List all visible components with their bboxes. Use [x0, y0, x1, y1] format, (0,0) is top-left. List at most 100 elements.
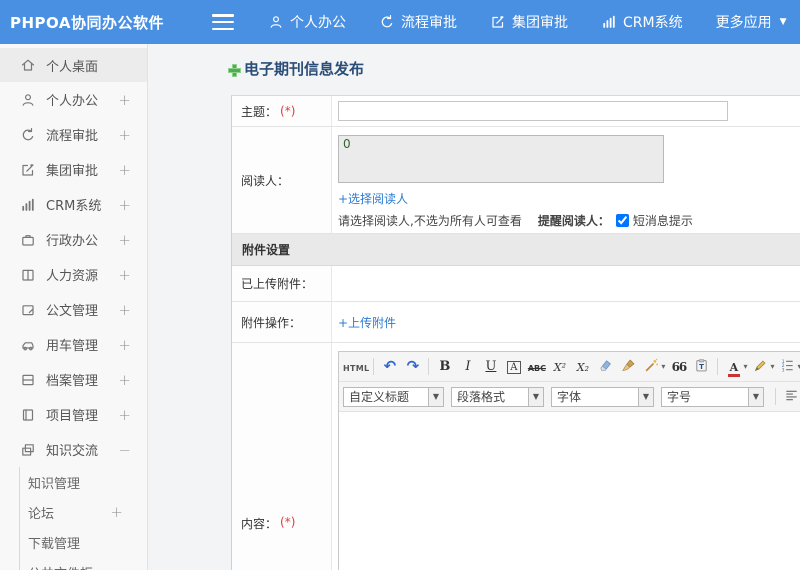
- sidebar-item[interactable]: CRM系统 +: [0, 187, 147, 222]
- editor-body[interactable]: [339, 412, 800, 570]
- wand-button[interactable]: [640, 356, 663, 378]
- top-nav-item[interactable]: CRM系统: [601, 12, 683, 32]
- sidebar-item-label: 人力资源: [46, 269, 99, 284]
- edit-icon: [20, 161, 37, 178]
- select-value[interactable]: 自定义标题: [343, 386, 429, 407]
- readers-hint: 请选择阅读人,不选为所有人可查看: [338, 214, 522, 228]
- sms-remind-checkbox[interactable]: [615, 214, 629, 227]
- cycle-icon: [20, 126, 37, 143]
- sidebar-subitem[interactable]: 论坛 +: [20, 497, 147, 527]
- publish-form: 主题： (*) 阅读人： 0 +选择阅读人 请选择阅读人,不选为所有人可查看 提…: [231, 95, 800, 570]
- undo-button[interactable]: ↶: [378, 356, 401, 378]
- underline-button[interactable]: U: [479, 356, 502, 378]
- sidebar-subitem[interactable]: 公共文件柜: [20, 557, 147, 570]
- editor-select[interactable]: 字号 ▼: [661, 386, 764, 407]
- expand-toggle-icon[interactable]: +: [118, 231, 131, 249]
- sidebar-subitem[interactable]: 下载管理: [20, 527, 147, 557]
- sidebar-subitem-label: 公共文件柜: [28, 563, 93, 570]
- cycle-icon: [379, 14, 395, 30]
- chevron-down-icon[interactable]: ▼: [639, 386, 654, 407]
- sidebar-item[interactable]: 用车管理 +: [0, 327, 147, 362]
- page-title: 电子期刊信息发布: [244, 59, 365, 78]
- top-nav-item[interactable]: 集团审批: [490, 12, 568, 32]
- nav-item-label: 更多应用: [715, 15, 772, 31]
- brush-button[interactable]: [617, 356, 640, 378]
- sup-button[interactable]: X²: [548, 356, 571, 378]
- strike-button[interactable]: ABC: [525, 356, 548, 378]
- briefcase-icon: [20, 231, 37, 248]
- expand-toggle-icon[interactable]: +: [110, 503, 123, 521]
- ol-button[interactable]: 123: [776, 356, 799, 378]
- quote-icon: 66: [671, 359, 688, 374]
- top-nav-item[interactable]: 更多应用 ▼: [716, 12, 787, 32]
- select-value[interactable]: 字体: [551, 386, 639, 407]
- bold-button[interactable]: B: [433, 356, 456, 378]
- top-nav-item[interactable]: 流程审批: [379, 12, 457, 32]
- select-value[interactable]: 段落格式: [451, 386, 529, 407]
- sidebar-item[interactable]: 公文管理 +: [0, 292, 147, 327]
- expand-toggle-icon[interactable]: +: [118, 301, 131, 319]
- chevron-down-icon[interactable]: ▼: [749, 386, 764, 407]
- sidebar-subitem[interactable]: 知识管理: [20, 467, 147, 497]
- fontcolor-icon: A: [727, 360, 741, 377]
- expand-toggle-icon[interactable]: +: [118, 336, 131, 354]
- eraser-button[interactable]: [594, 356, 617, 378]
- redo-button[interactable]: ↷: [401, 356, 424, 378]
- chevron-down-icon[interactable]: ▾: [743, 362, 747, 371]
- expand-toggle-icon[interactable]: +: [118, 266, 131, 284]
- fontbox-button[interactable]: A: [502, 356, 525, 378]
- chevron-down-icon[interactable]: ▾: [661, 362, 665, 371]
- wand-icon: [644, 358, 659, 376]
- sidebar-item[interactable]: 流程审批 +: [0, 117, 147, 152]
- chevron-down-icon[interactable]: ▾: [770, 362, 774, 371]
- edit-icon: [490, 14, 506, 30]
- expand-toggle-icon[interactable]: +: [118, 406, 131, 424]
- pastetext-button[interactable]: T: [690, 356, 713, 378]
- select-value[interactable]: 字号: [661, 386, 749, 407]
- choose-readers-link[interactable]: +选择阅读人: [338, 190, 800, 207]
- html-button[interactable]: HTML: [343, 356, 369, 378]
- sidebar-item[interactable]: 个人桌面: [0, 48, 147, 82]
- expand-toggle-icon[interactable]: +: [118, 126, 131, 144]
- content-area: 电子期刊信息发布 主题： (*) 阅读人： 0 +选择阅读人 请选择阅读人,不选…: [148, 44, 800, 570]
- sub-button[interactable]: X₂: [571, 356, 594, 378]
- editor-select[interactable]: 字体 ▼: [551, 386, 654, 407]
- undo-icon: ↶: [383, 357, 397, 375]
- italic-button[interactable]: I: [456, 356, 479, 378]
- quote-button[interactable]: 66: [667, 356, 690, 378]
- readers-label: 阅读人：: [241, 173, 290, 188]
- sup-icon: X²: [553, 360, 567, 374]
- sidebar-item-label: 档案管理: [46, 374, 99, 389]
- highlight-button[interactable]: [749, 356, 772, 378]
- subject-input[interactable]: [338, 101, 728, 121]
- chevron-down-icon[interactable]: ▼: [429, 386, 444, 407]
- subject-label: 主题：: [241, 104, 278, 119]
- sidebar-item[interactable]: 档案管理 +: [0, 362, 147, 397]
- hamburger-menu-icon[interactable]: [212, 14, 234, 30]
- sidebar-item[interactable]: 项目管理 +: [0, 397, 147, 432]
- chevron-down-icon[interactable]: ▼: [529, 386, 544, 407]
- expand-toggle-icon[interactable]: +: [118, 196, 131, 214]
- top-nav-item[interactable]: 个人办公: [268, 12, 346, 32]
- upload-attachment-link[interactable]: +上传附件: [338, 314, 800, 331]
- layers-icon: [20, 441, 37, 458]
- align-left-button[interactable]: [780, 386, 800, 408]
- editor-select[interactable]: 自定义标题 ▼: [343, 386, 444, 407]
- content-label: 内容：: [241, 517, 278, 531]
- required-mark: (*): [280, 104, 296, 118]
- readers-textarea[interactable]: 0: [338, 135, 664, 183]
- fontbox-icon: A: [507, 359, 521, 374]
- sidebar-item[interactable]: 个人办公 +: [0, 82, 147, 117]
- sidebar-item[interactable]: 人力资源 +: [0, 257, 147, 292]
- sidebar-item[interactable]: 知识交流 −: [0, 432, 147, 467]
- bold-icon: B: [439, 359, 451, 374]
- sidebar-item[interactable]: 集团审批 +: [0, 152, 147, 187]
- expand-toggle-icon[interactable]: +: [118, 91, 131, 109]
- expand-toggle-icon[interactable]: −: [118, 441, 131, 459]
- fontcolor-button[interactable]: A: [722, 356, 745, 378]
- sidebar-item[interactable]: 行政办公 +: [0, 222, 147, 257]
- svg-text:T: T: [700, 361, 705, 370]
- expand-toggle-icon[interactable]: +: [118, 161, 131, 179]
- expand-toggle-icon[interactable]: +: [118, 371, 131, 389]
- editor-select[interactable]: 段落格式 ▼: [451, 386, 544, 407]
